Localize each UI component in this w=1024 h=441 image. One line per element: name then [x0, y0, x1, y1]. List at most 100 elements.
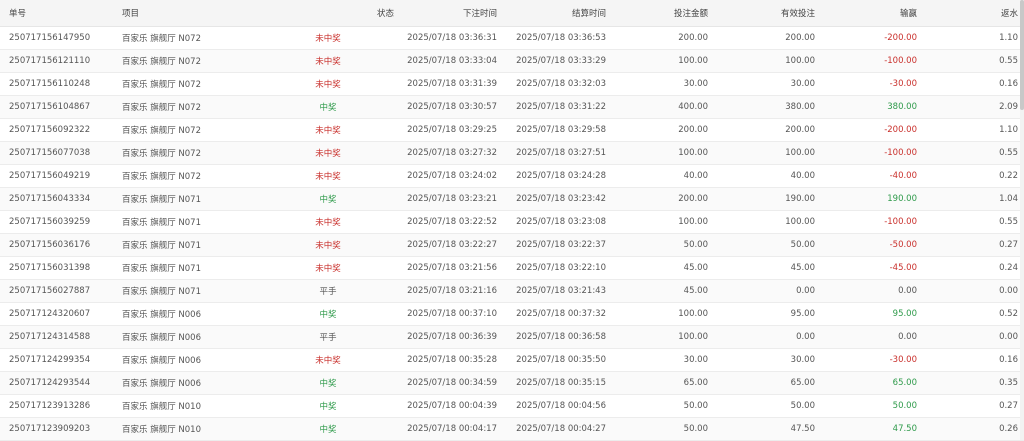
cell-status: 平手 [258, 279, 398, 303]
cell-item: 百家乐 旗舰厅 N072 [118, 72, 258, 96]
cell-id: 250717156036176 [0, 233, 118, 257]
bet-records-table: 单号 项目 状态 下注时间 结算时间 投注金额 有效投注 输赢 返水 25071… [0, 0, 1024, 441]
cell-rebate: 0.35 [921, 371, 1024, 395]
table-row[interactable]: 250717156147950 百家乐 旗舰厅 N072 未中奖 2025/07/18… [0, 26, 1024, 50]
cell-settle-time: 2025/07/18 00:35:15 [501, 371, 610, 395]
cell-id: 250717156104867 [0, 95, 118, 119]
cell-id: 250717123909203 [0, 417, 118, 441]
cell-valid-bet: 50.00 [712, 233, 819, 257]
table-row[interactable]: 250717156036176 百家乐 旗舰厅 N071 未中奖 2025/07/18… [0, 233, 1024, 257]
cell-item: 百家乐 旗舰厅 N071 [118, 256, 258, 280]
header-bet-amount: 投注金额 [610, 0, 712, 27]
cell-bet-amount: 50.00 [610, 417, 712, 441]
cell-win-loss: -30.00 [819, 72, 921, 96]
cell-status: 未中奖 [258, 118, 398, 142]
cell-settle-time: 2025/07/18 03:32:03 [501, 72, 610, 96]
cell-status: 中奖 [258, 95, 398, 119]
table-row[interactable]: 250717156049219 百家乐 旗舰厅 N072 未中奖 2025/07/18… [0, 164, 1024, 188]
cell-settle-time: 2025/07/18 03:33:29 [501, 49, 610, 73]
cell-item: 百家乐 旗舰厅 N006 [118, 325, 258, 349]
cell-bet-time: 2025/07/18 03:33:04 [398, 49, 501, 73]
cell-bet-amount: 100.00 [610, 325, 712, 349]
cell-rebate: 0.52 [921, 302, 1024, 326]
cell-rebate: 0.55 [921, 141, 1024, 165]
cell-rebate: 1.10 [921, 118, 1024, 142]
table-row[interactable]: 250717123913286 百家乐 旗舰厅 N010 中奖 2025/07/18 … [0, 394, 1024, 418]
cell-bet-amount: 45.00 [610, 279, 712, 303]
table-row[interactable]: 250717156077038 百家乐 旗舰厅 N072 未中奖 2025/07/18… [0, 141, 1024, 165]
cell-item: 百家乐 旗舰厅 N071 [118, 279, 258, 303]
cell-rebate: 2.09 [921, 95, 1024, 119]
cell-settle-time: 2025/07/18 03:22:37 [501, 233, 610, 257]
table-row[interactable]: 250717124314588 百家乐 旗舰厅 N006 平手 2025/07/18 … [0, 325, 1024, 349]
cell-bet-amount: 50.00 [610, 233, 712, 257]
header-settle-time: 结算时间 [501, 0, 610, 27]
cell-win-loss: 380.00 [819, 95, 921, 119]
cell-bet-time: 2025/07/18 03:21:16 [398, 279, 501, 303]
cell-valid-bet: 50.00 [712, 394, 819, 418]
cell-item: 百家乐 旗舰厅 N072 [118, 95, 258, 119]
cell-valid-bet: 30.00 [712, 72, 819, 96]
table-row[interactable]: 250717156121110 百家乐 旗舰厅 N072 未中奖 2025/07/18… [0, 49, 1024, 73]
header-id: 单号 [0, 0, 118, 27]
cell-valid-bet: 190.00 [712, 187, 819, 211]
cell-id: 250717124320607 [0, 302, 118, 326]
vertical-scrollbar[interactable] [1020, 0, 1024, 440]
cell-status: 平手 [258, 325, 398, 349]
cell-rebate: 0.00 [921, 279, 1024, 303]
cell-bet-time: 2025/07/18 03:23:21 [398, 187, 501, 211]
cell-id: 250717156110248 [0, 72, 118, 96]
cell-status: 中奖 [258, 371, 398, 395]
cell-bet-time: 2025/07/18 00:35:28 [398, 348, 501, 372]
cell-bet-time: 2025/07/18 03:30:57 [398, 95, 501, 119]
cell-settle-time: 2025/07/18 03:36:53 [501, 26, 610, 50]
cell-bet-amount: 30.00 [610, 72, 712, 96]
cell-item: 百家乐 旗舰厅 N010 [118, 417, 258, 441]
cell-valid-bet: 40.00 [712, 164, 819, 188]
cell-bet-time: 2025/07/18 00:34:59 [398, 371, 501, 395]
table-row[interactable]: 250717124320607 百家乐 旗舰厅 N006 中奖 2025/07/18 … [0, 302, 1024, 326]
cell-valid-bet: 45.00 [712, 256, 819, 280]
cell-win-loss: -100.00 [819, 49, 921, 73]
cell-valid-bet: 380.00 [712, 95, 819, 119]
cell-bet-time: 2025/07/18 00:04:17 [398, 417, 501, 441]
table-row[interactable]: 250717156027887 百家乐 旗舰厅 N071 平手 2025/07/18 … [0, 279, 1024, 303]
cell-status: 中奖 [258, 302, 398, 326]
cell-valid-bet: 200.00 [712, 26, 819, 50]
cell-id: 250717156039259 [0, 210, 118, 234]
cell-settle-time: 2025/07/18 00:36:58 [501, 325, 610, 349]
table-row[interactable]: 250717156092322 百家乐 旗舰厅 N072 未中奖 2025/07/18… [0, 118, 1024, 142]
table-row[interactable]: 250717124293544 百家乐 旗舰厅 N006 中奖 2025/07/18 … [0, 371, 1024, 395]
table-row[interactable]: 250717156043334 百家乐 旗舰厅 N071 中奖 2025/07/18 … [0, 187, 1024, 211]
cell-item: 百家乐 旗舰厅 N010 [118, 394, 258, 418]
table-row[interactable]: 250717156039259 百家乐 旗舰厅 N071 未中奖 2025/07/18… [0, 210, 1024, 234]
table-row[interactable]: 250717156110248 百家乐 旗舰厅 N072 未中奖 2025/07/18… [0, 72, 1024, 96]
cell-id: 250717123913286 [0, 394, 118, 418]
cell-settle-time: 2025/07/18 03:27:51 [501, 141, 610, 165]
cell-item: 百家乐 旗舰厅 N072 [118, 118, 258, 142]
cell-win-loss: 0.00 [819, 279, 921, 303]
cell-bet-amount: 100.00 [610, 141, 712, 165]
cell-status: 未中奖 [258, 210, 398, 234]
cell-bet-amount: 45.00 [610, 256, 712, 280]
cell-valid-bet: 100.00 [712, 49, 819, 73]
header-valid-bet: 有效投注 [712, 0, 819, 27]
cell-rebate: 1.10 [921, 26, 1024, 50]
cell-bet-amount: 100.00 [610, 210, 712, 234]
cell-bet-time: 2025/07/18 00:04:39 [398, 394, 501, 418]
table-row[interactable]: 250717156104867 百家乐 旗舰厅 N072 中奖 2025/07/18 … [0, 95, 1024, 119]
cell-bet-time: 2025/07/18 03:36:31 [398, 26, 501, 50]
cell-settle-time: 2025/07/18 00:37:32 [501, 302, 610, 326]
cell-win-loss: -200.00 [819, 118, 921, 142]
cell-valid-bet: 47.50 [712, 417, 819, 441]
table-row[interactable]: 250717123909203 百家乐 旗舰厅 N010 中奖 2025/07/18 … [0, 417, 1024, 441]
table-row[interactable]: 250717156031398 百家乐 旗舰厅 N071 未中奖 2025/07/18… [0, 256, 1024, 280]
cell-bet-amount: 100.00 [610, 302, 712, 326]
header-bet-time: 下注时间 [398, 0, 501, 27]
scrollbar-thumb[interactable] [1020, 0, 1024, 110]
cell-settle-time: 2025/07/18 00:04:56 [501, 394, 610, 418]
cell-status: 未中奖 [258, 141, 398, 165]
table-row[interactable]: 250717124299354 百家乐 旗舰厅 N006 未中奖 2025/07/18… [0, 348, 1024, 372]
header-rebate: 返水 [921, 0, 1024, 27]
cell-bet-amount: 200.00 [610, 187, 712, 211]
